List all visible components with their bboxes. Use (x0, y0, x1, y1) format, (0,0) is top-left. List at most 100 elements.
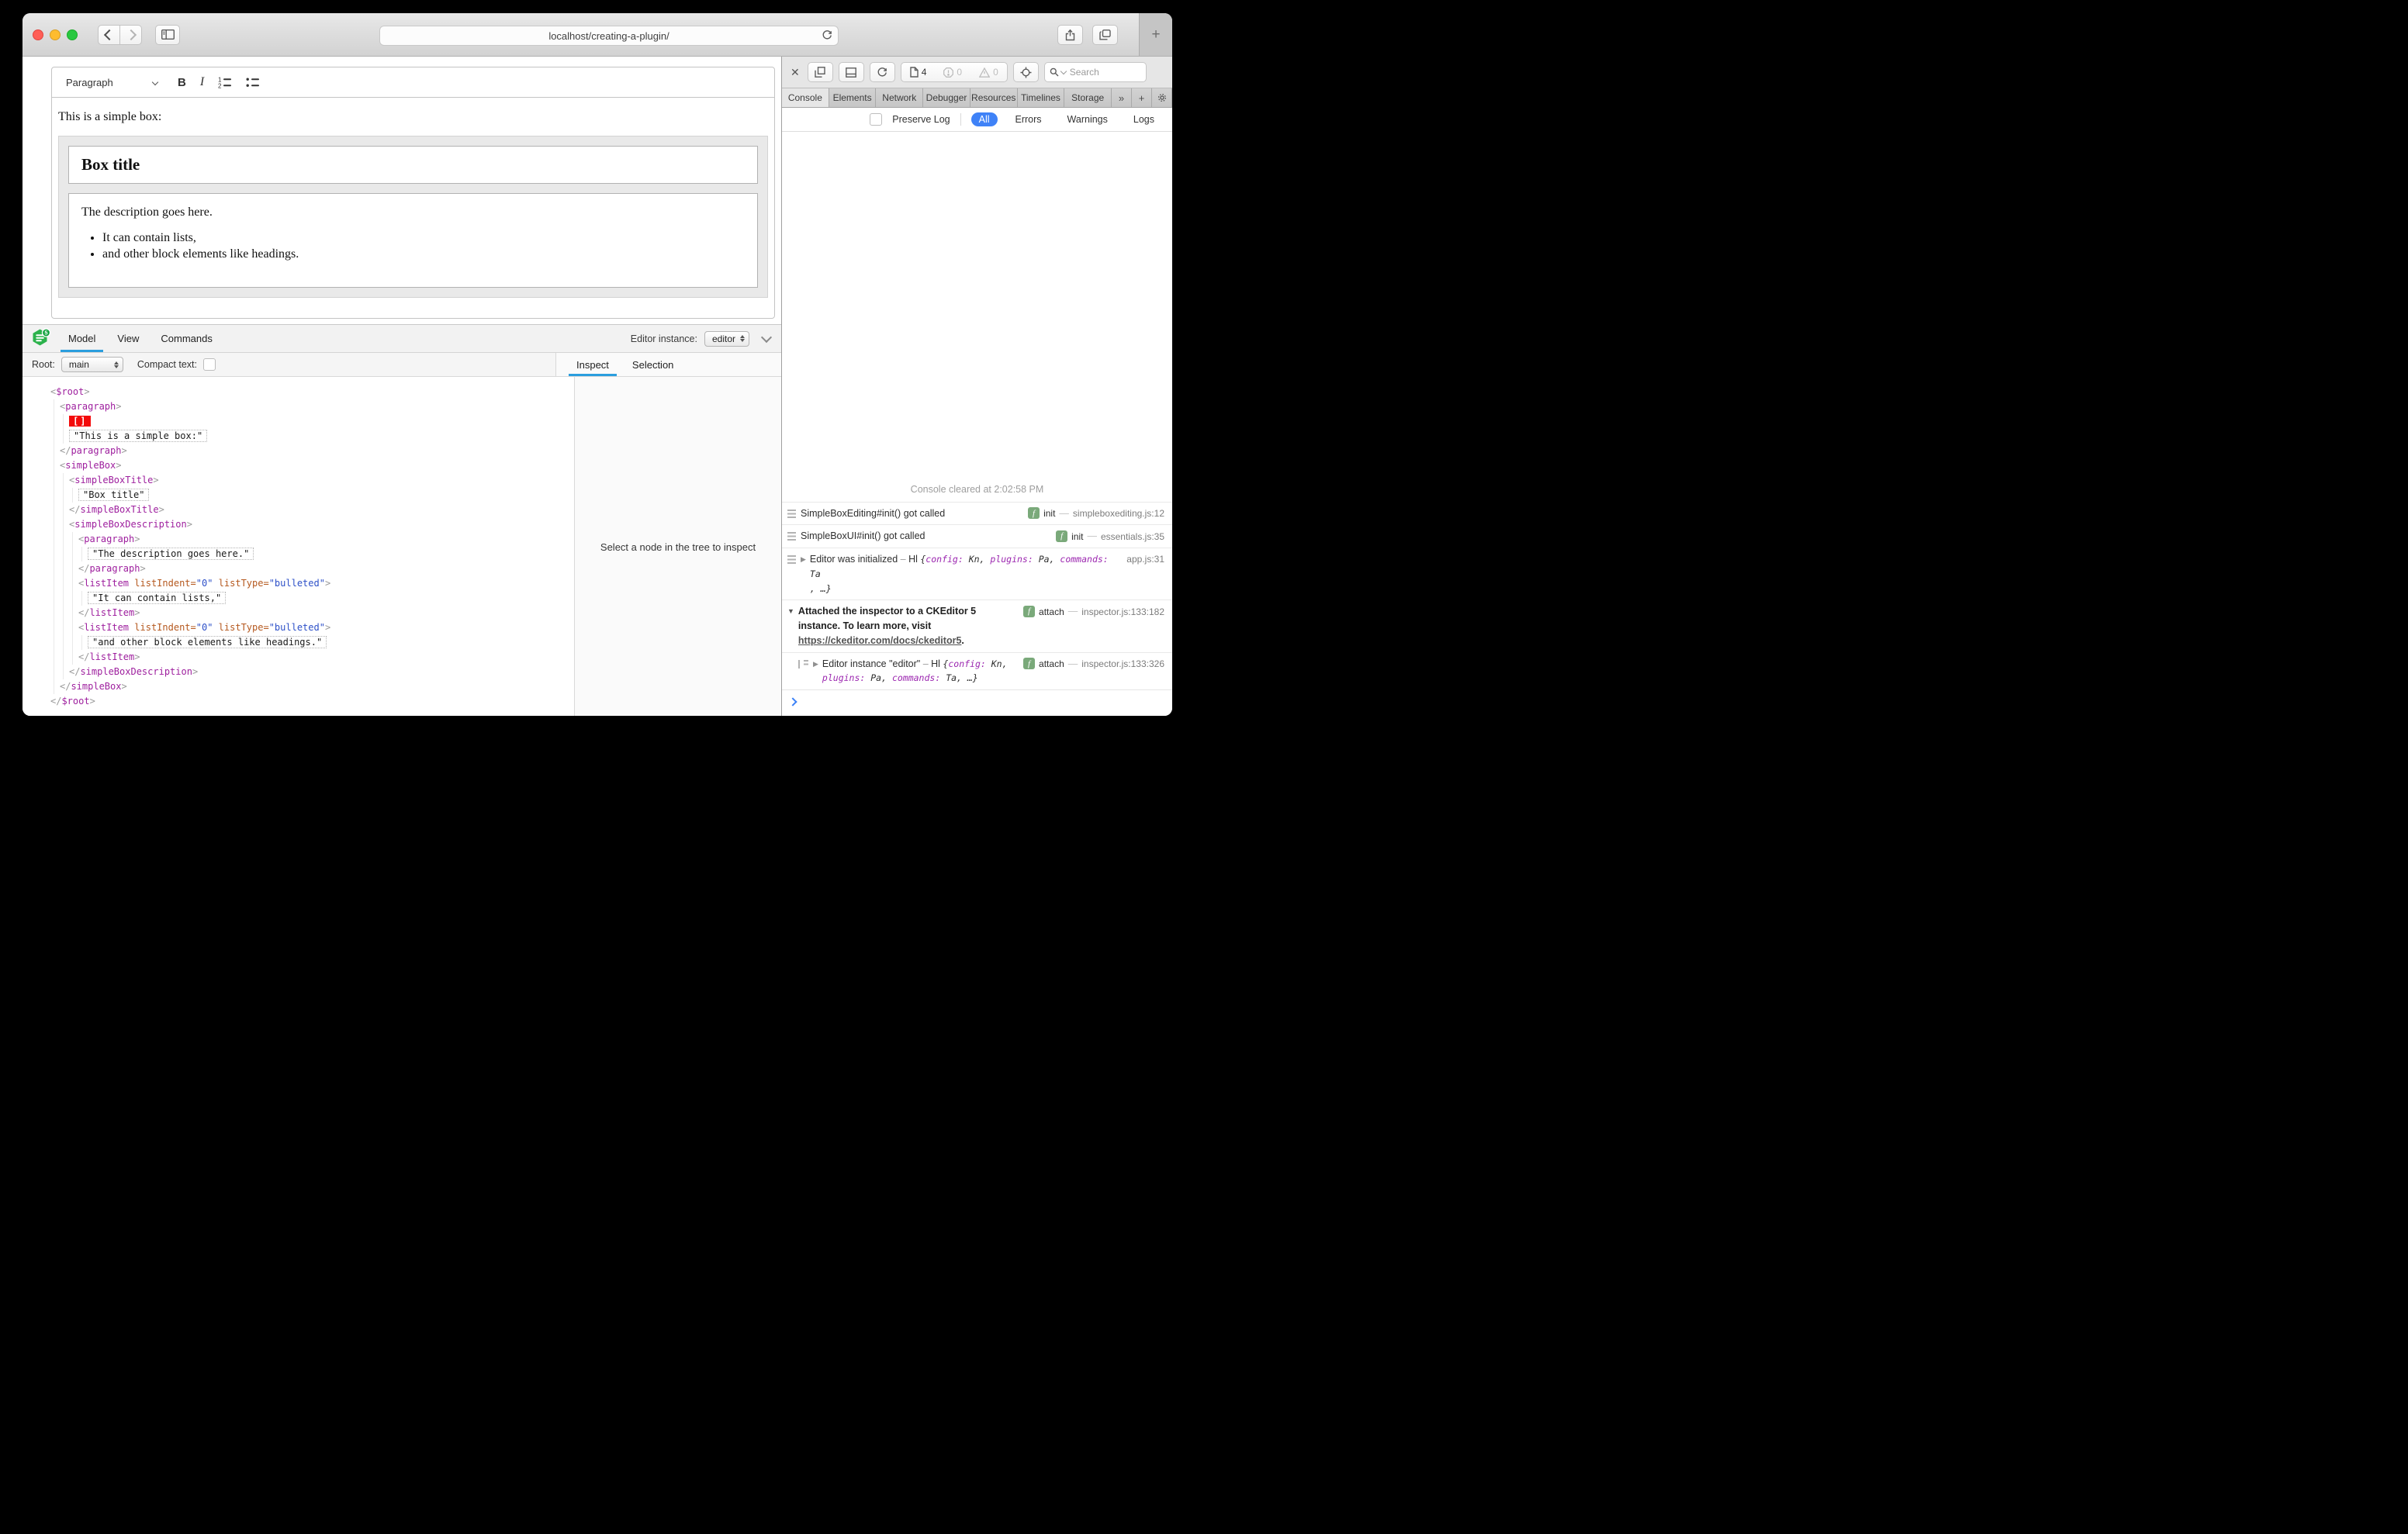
console-location[interactable]: app.js:31 (1126, 552, 1164, 566)
tree-line[interactable]: </listItem> (78, 650, 574, 665)
console-row[interactable]: SimpleBoxEditing#init() got called f init —… (782, 501, 1172, 525)
devtools-tab-network[interactable]: Network (876, 88, 924, 107)
console-row[interactable]: ▶ Editor instance "editor" – Hl {config: … (782, 651, 1172, 690)
share-button[interactable] (1057, 25, 1083, 45)
compact-text-checkbox[interactable] (203, 358, 216, 371)
italic-button[interactable]: I (200, 75, 204, 89)
close-window-button[interactable] (33, 29, 43, 40)
tab-overview-button[interactable] (1092, 25, 1118, 45)
dock-bottom-button[interactable] (838, 62, 864, 82)
list-item[interactable]: and other block elements like headings. (102, 247, 745, 261)
inspector-subtab-inspect[interactable]: Inspect (569, 353, 617, 376)
source-link[interactable]: inspector.js:133:182 (1081, 605, 1164, 619)
filter-warnings[interactable]: Warnings (1060, 112, 1116, 126)
minimize-window-button[interactable] (50, 29, 61, 40)
root-select[interactable]: main (61, 357, 123, 372)
source-link[interactable]: essentials.js:35 (1101, 530, 1164, 544)
tree-line[interactable]: </simpleBox> (60, 679, 574, 694)
intro-paragraph[interactable]: This is a simple box: (58, 110, 768, 124)
zoom-window-button[interactable] (67, 29, 78, 40)
source-link[interactable]: app.js:31 (1126, 552, 1164, 566)
tree-line[interactable]: [] (69, 414, 574, 429)
console-prompt[interactable] (782, 689, 1172, 716)
reload-page-button[interactable] (869, 62, 895, 82)
search-options-icon[interactable] (1060, 67, 1067, 75)
close-inspector-button[interactable]: ✕ (788, 66, 802, 79)
inspector-search[interactable] (1043, 62, 1147, 82)
numbered-list-button[interactable]: 12 (218, 77, 232, 88)
console-row[interactable]: ▶ Editor was initialized – Hl {config: Kn… (782, 548, 1172, 599)
console-location[interactable]: f init — essentials.js:35 (1056, 529, 1164, 544)
console-row[interactable]: ▼ Attached the inspector to a CKEditor 5i… (782, 599, 1172, 651)
disclosure-closed-icon[interactable]: ▶ (813, 659, 818, 670)
tree-line[interactable]: </listItem> (78, 606, 574, 620)
sidebar-toggle-button[interactable] (155, 24, 180, 45)
inspector-tab-model[interactable]: Model (61, 325, 104, 352)
description-paragraph[interactable]: The description goes here. (81, 206, 745, 219)
error-count-segment[interactable]: 0 (935, 63, 970, 81)
disclosure-open-icon[interactable]: ▼ (787, 606, 794, 617)
tree-line[interactable]: "It can contain lists," (88, 591, 574, 606)
warning-count-segment[interactable]: 0 (970, 63, 1007, 81)
editor-instance-select[interactable]: editor (704, 330, 749, 347)
tree-line[interactable]: "and other block elements like headings.… (88, 635, 574, 650)
address-bar[interactable]: localhost/creating-a-plugin/ (379, 26, 839, 46)
devtools-tab-debugger[interactable]: Debugger (923, 88, 970, 107)
tree-line[interactable]: <paragraph> (78, 532, 574, 547)
filter-logs[interactable]: Logs (1126, 112, 1162, 126)
filter-errors[interactable]: Errors (1008, 112, 1050, 126)
forward-button[interactable] (120, 24, 142, 45)
tree-line[interactable]: "This is a simple box:" (69, 429, 574, 444)
tree-line[interactable]: </simpleBoxTitle> (69, 503, 574, 517)
devtools-tab-resources[interactable]: Resources (970, 88, 1018, 107)
disclosure-closed-icon[interactable]: ▶ (801, 555, 806, 565)
devtools-tab-console[interactable]: Console (782, 88, 829, 107)
copy-button[interactable] (807, 62, 833, 82)
paragraph-dropdown[interactable]: Paragraph (60, 74, 164, 92)
page-status-group[interactable]: 4 0 0 (900, 62, 1008, 82)
reload-button[interactable] (822, 29, 832, 43)
tree-line[interactable]: <listItem listIndent="0" listType="bulle… (78, 576, 574, 591)
simple-box-widget[interactable]: Box title The description goes here. It … (58, 136, 768, 298)
new-tab-button[interactable]: + (1139, 13, 1172, 56)
list-item[interactable]: It can contain lists, (102, 231, 745, 245)
devtools-tab-overflow[interactable]: » (1112, 88, 1133, 107)
devtools-tab-storage[interactable]: Storage (1064, 88, 1112, 107)
tree-line[interactable]: <simpleBoxDescription> (69, 517, 574, 532)
page-count-segment[interactable]: 4 (901, 63, 936, 81)
editor-content[interactable]: This is a simple box: Box title The desc… (52, 98, 774, 318)
tree-line[interactable]: "The description goes here." (88, 547, 574, 561)
console-location[interactable]: f attach — inspector.js:133:326 (1023, 657, 1164, 672)
tree-line[interactable]: <simpleBox> (60, 458, 574, 473)
preserve-log-checkbox[interactable] (870, 113, 883, 126)
simple-box-title[interactable]: Box title (68, 146, 758, 184)
source-link[interactable]: inspector.js:133:326 (1081, 657, 1164, 671)
bold-button[interactable]: B (178, 76, 186, 89)
devtools-tab-elements[interactable]: Elements (829, 88, 877, 107)
element-picker-button[interactable] (1012, 62, 1039, 82)
simple-box-description[interactable]: The description goes here. It can contai… (68, 193, 758, 288)
description-list[interactable]: It can contain lists, and other block ele… (81, 231, 745, 261)
inspector-tab-commands[interactable]: Commands (153, 325, 220, 352)
console-link[interactable]: https://ckeditor.com/docs/ckeditor5 (798, 635, 961, 646)
bulleted-list-button[interactable] (246, 77, 260, 88)
back-button[interactable] (98, 24, 120, 45)
devtools-add-tab[interactable]: + (1132, 88, 1153, 107)
devtools-tab-timelines[interactable]: Timelines (1017, 88, 1065, 107)
tree-line[interactable]: "Box title" (78, 488, 574, 503)
source-link[interactable]: simpleboxediting.js:12 (1073, 506, 1164, 520)
console-location[interactable]: f attach — inspector.js:133:182 (1023, 604, 1164, 619)
inspector-tab-view[interactable]: View (109, 325, 147, 352)
console-row[interactable]: SimpleBoxUI#init() got called f init — essen… (782, 524, 1172, 548)
search-input[interactable] (1067, 66, 1127, 78)
tree-line[interactable]: <simpleBoxTitle> (69, 473, 574, 488)
tree-line[interactable]: <$root> (50, 385, 574, 399)
inspector-subtab-selection[interactable]: Selection (624, 353, 681, 376)
devtools-settings-tab[interactable] (1152, 88, 1172, 107)
tree-line[interactable]: </simpleBoxDescription> (69, 665, 574, 679)
tree-line[interactable]: <paragraph> (60, 399, 574, 414)
tree-line[interactable]: </paragraph> (78, 561, 574, 576)
tree-line[interactable]: </$root> (50, 694, 574, 709)
filter-all[interactable]: All (970, 112, 998, 126)
console-location[interactable]: f init — simpleboxediting.js:12 (1028, 506, 1164, 521)
